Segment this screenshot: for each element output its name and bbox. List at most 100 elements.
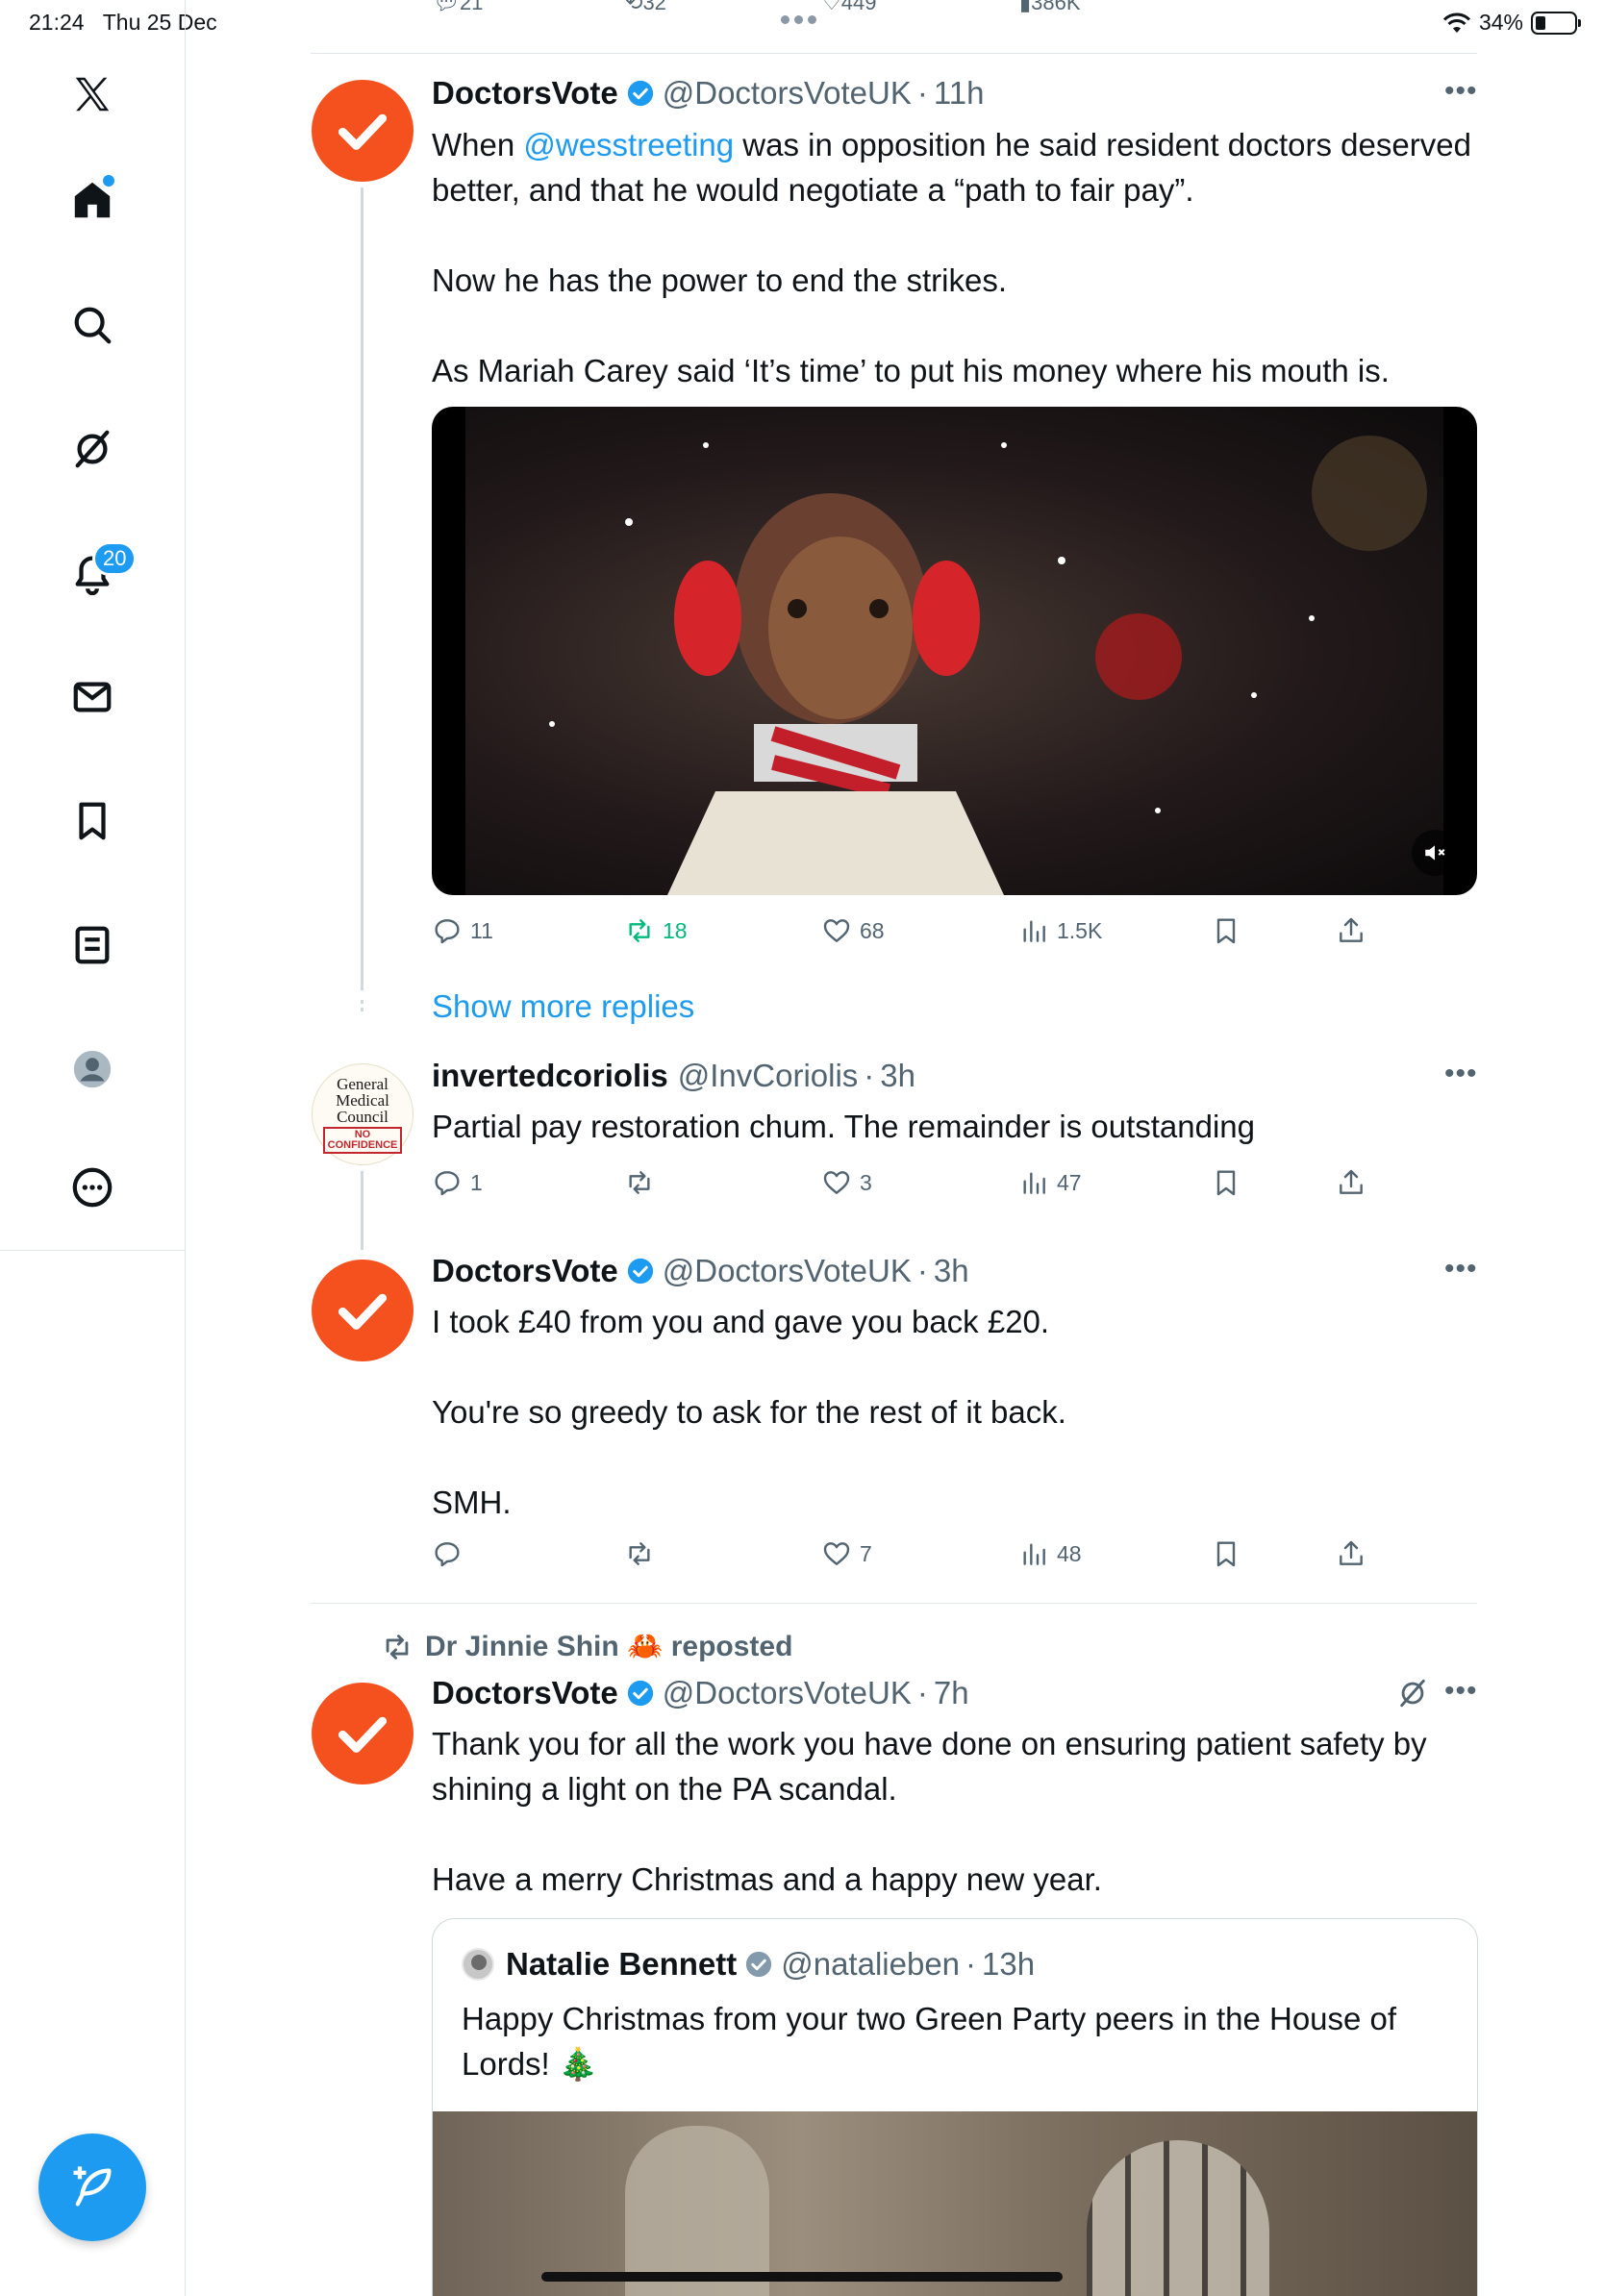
prev-repost-count[interactable]: ⟲ 32: [625, 0, 666, 15]
quoted-video[interactable]: [433, 2111, 1477, 2296]
avatar[interactable]: [312, 1683, 414, 1784]
heart-icon: [823, 1542, 850, 1565]
handle[interactable]: @natalieben: [781, 1946, 960, 1983]
verified-badge-icon: [627, 1680, 653, 1707]
bookmark-button[interactable]: [1211, 1538, 1241, 1569]
timestamp[interactable]: 13h: [982, 1946, 1035, 1983]
timestamp[interactable]: 3h: [880, 1058, 915, 1094]
video-still-image: [549, 436, 1427, 895]
handle[interactable]: @InvCoriolis: [678, 1058, 859, 1094]
share-button[interactable]: [1336, 915, 1366, 946]
verified-badge-icon: [627, 1258, 653, 1285]
quoted-tweet[interactable]: Natalie Bennett @natalieben · 13h Happy …: [432, 1918, 1478, 2296]
battery-icon: [1531, 11, 1581, 35]
tweet-actions: 1 3 47: [432, 1167, 1393, 1206]
display-name[interactable]: DoctorsVote: [432, 1253, 618, 1289]
heart-icon: [823, 1171, 850, 1194]
tweet-header: DoctorsVote @DoctorsVoteUK · 11h: [432, 75, 985, 112]
lists-icon[interactable]: [63, 916, 121, 974]
home-indicator[interactable]: [541, 2272, 1063, 2282]
grok-icon[interactable]: [1396, 1677, 1429, 1710]
reply-icon: [435, 919, 460, 944]
views-icon: [1023, 1172, 1045, 1194]
avatar[interactable]: [312, 1260, 414, 1361]
reply-button[interactable]: [432, 1538, 470, 1569]
messages-icon[interactable]: [63, 668, 121, 726]
views-button[interactable]: 47: [1018, 1167, 1082, 1198]
display-name[interactable]: DoctorsVote: [432, 1675, 618, 1711]
display-name[interactable]: invertedcoriolis: [432, 1058, 668, 1094]
compose-button[interactable]: [38, 2134, 146, 2241]
like-button[interactable]: 7: [821, 1538, 872, 1569]
prev-reply-count[interactable]: 💬︎ 21: [433, 0, 483, 15]
handle[interactable]: @DoctorsVoteUK: [663, 1253, 912, 1289]
more-icon[interactable]: [63, 1159, 121, 1216]
tweet-text: Thank you for all the work you have done…: [432, 1726, 1427, 1897]
repost-icon: [629, 919, 650, 942]
timestamp[interactable]: 3h: [934, 1253, 969, 1289]
prev-view-count[interactable]: ▮ 386K: [1019, 0, 1081, 15]
reply-icon: [435, 1171, 460, 1196]
show-more-replies-link[interactable]: Show more replies: [432, 988, 694, 1025]
display-name[interactable]: DoctorsVote: [432, 75, 618, 112]
share-icon: [1340, 1169, 1363, 1194]
prev-tweet-actions: 💬︎ 21 ⟲ 32 ♡ 449 ▮ 386K: [433, 0, 1394, 19]
display-name[interactable]: Natalie Bennett: [506, 1946, 737, 1983]
mute-button[interactable]: [1412, 830, 1458, 876]
bookmarks-icon[interactable]: [63, 792, 121, 850]
handle[interactable]: @DoctorsVoteUK: [663, 1675, 912, 1711]
prev-like-count[interactable]: ♡ 449: [822, 0, 876, 15]
divider: [311, 53, 1477, 54]
thread-line: [361, 1171, 363, 1250]
search-icon[interactable]: [63, 296, 121, 354]
repost-button[interactable]: 18: [624, 915, 688, 946]
mention-link[interactable]: @wesstreeting: [523, 127, 734, 162]
like-button[interactable]: 3: [821, 1167, 872, 1198]
timestamp[interactable]: 11h: [934, 75, 985, 112]
more-options-icon[interactable]: •••: [1444, 1058, 1478, 1090]
checkmark-icon: [338, 1293, 388, 1330]
thread-line-dotted: [361, 1000, 363, 1011]
more-options-icon[interactable]: •••: [1444, 1675, 1478, 1708]
repost-button[interactable]: [624, 1538, 663, 1569]
views-icon: [1023, 920, 1045, 942]
tweet-actions: 11 18 68 1.5K: [432, 915, 1393, 954]
avatar[interactable]: [312, 80, 414, 182]
bookmark-button[interactable]: [1211, 1167, 1241, 1198]
repost-context[interactable]: Dr Jinnie Shin 🦀 reposted: [381, 1630, 792, 1663]
checkmark-icon: [338, 1716, 388, 1753]
views-button[interactable]: 1.5K: [1018, 915, 1102, 946]
avatar[interactable]: [462, 1948, 494, 1981]
notification-badge: 20: [92, 541, 138, 576]
x-logo-icon[interactable]: [63, 65, 121, 123]
share-icon: [1340, 1540, 1363, 1565]
share-button[interactable]: [1336, 1167, 1366, 1198]
like-button[interactable]: 68: [821, 915, 885, 946]
checkmark-icon: [338, 113, 388, 150]
tweet-header: invertedcoriolis @InvCoriolis · 3h: [432, 1058, 916, 1094]
quoted-tweet-text: Happy Christmas from your two Green Part…: [462, 2001, 1397, 2082]
compose-feather-icon: [73, 2166, 112, 2207]
timestamp[interactable]: 7h: [934, 1675, 969, 1711]
reply-button[interactable]: 11: [432, 915, 493, 946]
video-player[interactable]: [432, 407, 1477, 895]
reply-button[interactable]: 1: [432, 1167, 483, 1198]
grok-icon[interactable]: [63, 420, 121, 478]
more-options-icon[interactable]: •••: [1444, 1253, 1478, 1285]
tweet-header: DoctorsVote @DoctorsVoteUK · 7h: [432, 1675, 969, 1711]
bookmark-icon: [1216, 918, 1236, 944]
muted-speaker-icon: [1425, 845, 1445, 861]
more-options-icon[interactable]: •••: [1444, 75, 1478, 108]
statue-shape: [625, 2126, 769, 2296]
battery-percent: 34%: [1478, 10, 1523, 35]
tweet-text: Partial pay restoration chum. The remain…: [432, 1109, 1256, 1144]
handle[interactable]: @DoctorsVoteUK: [663, 75, 912, 112]
bookmark-button[interactable]: [1211, 915, 1241, 946]
gothic-window-shape: [1087, 2140, 1269, 2296]
repost-button[interactable]: [624, 1167, 663, 1198]
profile-icon[interactable]: [63, 1040, 121, 1098]
avatar[interactable]: General Medical Council NO CONFIDENCE: [312, 1063, 414, 1165]
share-button[interactable]: [1336, 1538, 1366, 1569]
views-button[interactable]: 48: [1018, 1538, 1082, 1569]
repost-icon: [629, 1542, 650, 1565]
